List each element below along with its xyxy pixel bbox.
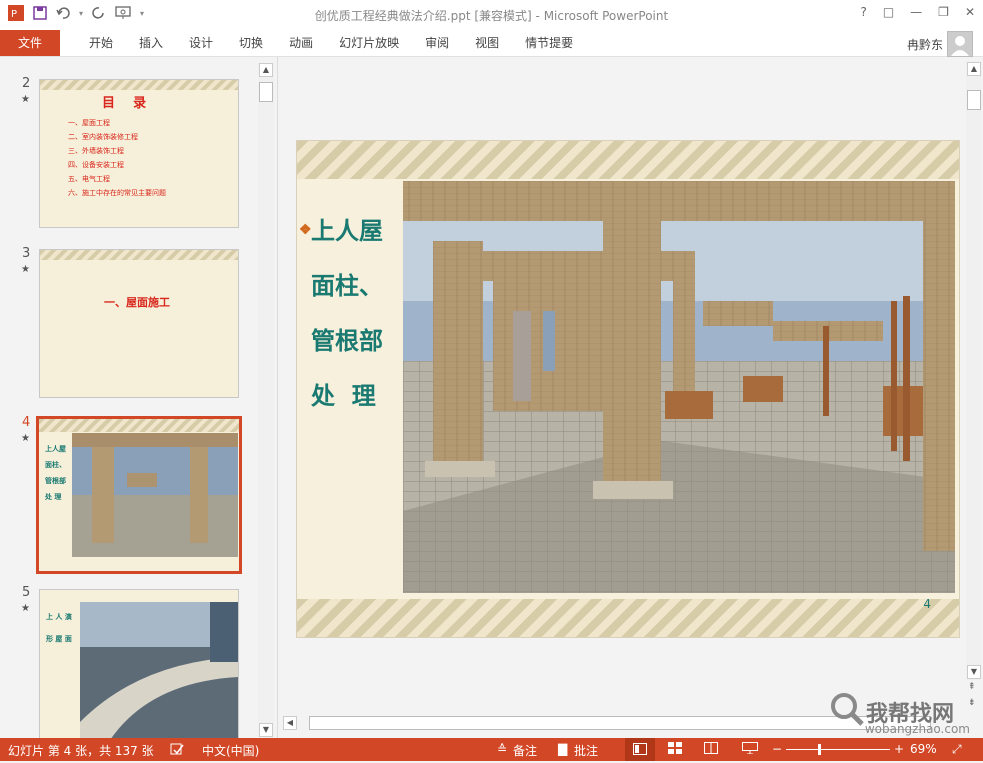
thumb-title-line: 上人屋 xyxy=(45,445,66,453)
thumb-number: 2 xyxy=(22,76,31,91)
window-controls: ? □ — ❐ ✕ xyxy=(860,5,975,19)
help-icon[interactable]: ? xyxy=(860,5,866,19)
slide-thumbnail-5[interactable]: 上 人 演 形 屋 面 xyxy=(39,589,239,741)
toc-item: 二、室内装饰装修工程 xyxy=(68,133,138,141)
tab-home[interactable]: 开始 xyxy=(76,30,126,56)
avatar[interactable] xyxy=(947,31,973,57)
slide-title-line: 处 理 xyxy=(311,381,376,410)
zoom-level[interactable]: 69% xyxy=(910,742,937,756)
slideshow-icon[interactable] xyxy=(742,742,758,757)
watermark-url: wobangzhao.com xyxy=(864,722,970,736)
toc-item: 五、电气工程 xyxy=(68,175,110,183)
tab-list: 开始 插入 设计 切换 动画 幻灯片放映 审阅 视图 情节提要 xyxy=(76,30,586,56)
animation-star-icon: ★ xyxy=(21,603,30,614)
thumb-number: 4 xyxy=(22,415,31,430)
thumb-title: 一、屋面施工 xyxy=(104,296,170,309)
zoom-in-icon[interactable]: + xyxy=(894,742,904,756)
title-bar: P ▾ ▾ 创优质工程经典做法介绍.ppt [兼容模式] - Microsoft… xyxy=(0,0,983,30)
toc-item: 四、设备安装工程 xyxy=(68,161,124,169)
ribbon-display-icon[interactable]: □ xyxy=(883,5,894,19)
thumbnail-scrollbar[interactable]: ▲ ▼ xyxy=(258,63,274,738)
minimize-icon[interactable]: — xyxy=(910,5,922,19)
tab-transitions[interactable]: 切换 xyxy=(226,30,276,56)
thumb-rooftop-photo xyxy=(72,433,238,557)
tab-insert[interactable]: 插入 xyxy=(126,30,176,56)
scroll-thumb[interactable] xyxy=(967,90,981,110)
fit-slide-icon[interactable]: ⤢ xyxy=(952,742,962,757)
animation-star-icon: ★ xyxy=(21,94,30,105)
slide-thumbnail-4[interactable]: 上人屋 面柱、 管根部 处 理 xyxy=(36,416,242,574)
comments-button[interactable]: 批注 xyxy=(574,742,598,759)
tab-animations[interactable]: 动画 xyxy=(276,30,326,56)
slide-thumbnail-pane: 2 ★ 目 录 一、屋面工程 二、室内装饰装修工程 三、外墙装饰工程 四、设备安… xyxy=(0,57,276,741)
tab-design[interactable]: 设计 xyxy=(176,30,226,56)
slide-title[interactable]: ❖ 上人屋 面柱、 管根部 处 理 xyxy=(299,203,411,423)
normal-view-button[interactable] xyxy=(625,738,655,761)
notes-icon[interactable]: ≙ xyxy=(497,742,507,756)
main-slide[interactable]: ❖ 上人屋 面柱、 管根部 处 理 4 xyxy=(296,140,960,638)
scroll-up-arrow[interactable]: ▲ xyxy=(259,63,273,77)
thumb-title-lines: 上 人 演 形 屋 面 xyxy=(46,606,72,650)
slide-thumbnail-2[interactable]: 目 录 一、屋面工程 二、室内装饰装修工程 三、外墙装饰工程 四、设备安装工程 … xyxy=(39,79,239,228)
slide-title-line: 上人屋 xyxy=(311,216,383,245)
thumb-title-line: 处 理 xyxy=(45,493,62,501)
slide-title-line: 面柱、 xyxy=(311,271,383,300)
thumb-title-line: 面柱、 xyxy=(45,461,66,469)
tab-view[interactable]: 视图 xyxy=(462,30,512,56)
watermark-logo: 我帮找网 wobangzhao.com xyxy=(826,690,976,738)
slide-thumbnail-3[interactable]: 一、屋面施工 xyxy=(39,249,239,398)
reading-view-icon[interactable] xyxy=(704,742,718,757)
thumb-border-band xyxy=(40,250,238,260)
thumb-title-lines: 上人屋 面柱、 管根部 处 理 xyxy=(45,441,66,505)
language-status[interactable]: 中文(中国) xyxy=(202,742,259,759)
comments-icon[interactable]: ▇ xyxy=(558,742,567,756)
toc-item: 三、外墙装饰工程 xyxy=(68,147,124,155)
tab-review[interactable]: 审阅 xyxy=(412,30,462,56)
thumb-title: 目 录 xyxy=(102,96,147,111)
slide-number: 4 xyxy=(923,597,931,611)
restore-icon[interactable]: ❐ xyxy=(938,5,949,19)
bullet-icon: ❖ xyxy=(299,222,312,238)
animation-star-icon: ★ xyxy=(21,264,30,275)
magnifier-icon xyxy=(831,693,864,726)
tab-slideshow[interactable]: 幻灯片放映 xyxy=(326,30,412,56)
thumb-border-band xyxy=(39,419,239,432)
thumb-number: 5 xyxy=(22,585,31,600)
status-bar: 幻灯片 第 4 张，共 137 张 中文(中国) ≙ 备注 ▇ 批注 − + 6… xyxy=(0,738,983,761)
slide-bottom-border xyxy=(297,599,959,637)
thumb-border-band xyxy=(40,80,238,90)
ribbon-tabs: 文件 开始 插入 设计 切换 动画 幻灯片放映 审阅 视图 情节提要 冉黔东 xyxy=(0,30,983,57)
scroll-thumb[interactable] xyxy=(259,82,273,102)
thumb-title-line: 管根部 xyxy=(45,477,66,485)
window-title: 创优质工程经典做法介绍.ppt [兼容模式] - Microsoft Power… xyxy=(314,9,669,23)
thumb-toc-list: 一、屋面工程 二、室内装饰装修工程 三、外墙装饰工程 四、设备安装工程 五、电气… xyxy=(68,116,166,200)
slide-scrollbar[interactable]: ▲ ▼ xyxy=(966,62,981,680)
scroll-left-arrow[interactable]: ◀ xyxy=(283,716,297,730)
zoom-out-icon[interactable]: − xyxy=(772,742,782,756)
thumb-title-line: 形 屋 面 xyxy=(46,635,72,643)
zoom-slider[interactable] xyxy=(786,749,890,750)
pane-divider[interactable] xyxy=(277,57,278,738)
animation-star-icon: ★ xyxy=(21,433,30,444)
scroll-down-arrow[interactable]: ▼ xyxy=(259,723,273,737)
thumb-curved-roof-photo xyxy=(80,602,238,740)
close-icon[interactable]: ✕ xyxy=(965,5,975,19)
slide-count: 幻灯片 第 4 张，共 137 张 xyxy=(8,744,154,758)
toc-item: 六、施工中存在的常见主要问题 xyxy=(68,189,166,197)
user-name[interactable]: 冉黔东 xyxy=(907,36,943,53)
slide-top-border xyxy=(297,141,959,179)
notes-button[interactable]: 备注 xyxy=(513,742,537,759)
tab-file[interactable]: 文件 xyxy=(0,30,60,56)
slide-title-line: 管根部 xyxy=(311,326,383,355)
slide-sorter-icon[interactable] xyxy=(668,742,682,757)
scroll-up-arrow[interactable]: ▲ xyxy=(967,62,981,76)
thumb-number: 3 xyxy=(22,246,31,261)
spelling-icon[interactable] xyxy=(170,742,184,759)
scroll-down-arrow[interactable]: ▼ xyxy=(967,665,981,679)
thumb-title-line: 上 人 演 xyxy=(46,613,72,621)
rooftop-photo[interactable] xyxy=(403,181,955,593)
zoom-slider-thumb[interactable] xyxy=(818,744,821,755)
tab-storyboarding[interactable]: 情节提要 xyxy=(512,30,586,56)
toc-item: 一、屋面工程 xyxy=(68,119,110,127)
